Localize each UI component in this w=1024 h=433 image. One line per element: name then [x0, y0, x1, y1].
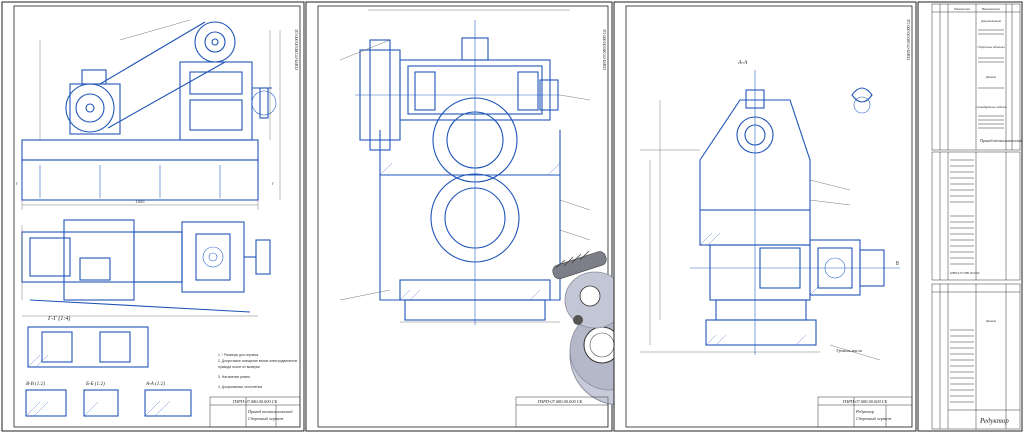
oil-level-label: Уровень масла — [836, 348, 862, 353]
side-code-sheet2: ПЗРП-07.080.00.000 СБ — [602, 29, 607, 71]
side-code-sheet1: ПЗРП-07.080.00.000 СБ — [294, 29, 299, 71]
spec-section-parts: Детали — [985, 75, 997, 79]
spec-stamp-code: ПЗРП-07.080.00.000 — [949, 271, 980, 275]
view-label-gg: Г-Г (1:4) — [47, 315, 70, 322]
spec-header-designation: Обозначение — [954, 7, 971, 11]
title-line2-sheet1: Сборочный чертеж — [248, 416, 284, 421]
spec-section-parts-2: Детали — [985, 319, 997, 323]
side-code-sheet3: ПЗРП-07.080.00.000 СБ — [906, 19, 911, 61]
stamp-code-sheet1: ПЗРП-07.080.00.000 СБ — [232, 399, 278, 404]
spec-section-docs: Документация — [980, 19, 1002, 23]
sheet-specification: Обозначение Наименование Документация Сб… — [917, 1, 1023, 432]
stamp-code-sheet2: ПЗРП-07.080.00.000 СБ — [537, 399, 583, 404]
spec-mid-title: Привод технологический — [979, 138, 1022, 143]
view-label-vv: В-В (1:2) — [26, 382, 45, 387]
note-2: 2. Допустимое смещение валов электродвиг… — [218, 359, 297, 363]
drawing-canvas: 1500 Г Г Г-Г (1:4) В-В (1:2) Б-Б (1:2) А… — [1, 1, 1023, 432]
sheet-reducer-cross-section: А-А Б Уровень масла ПЗРП-07.080.00.000 С… — [613, 1, 917, 432]
view-label-bb: Б-Б (1:2) — [85, 382, 105, 387]
stamp-code-sheet3: ПЗРП-07.080.00.000 СБ — [842, 399, 888, 404]
spec-section-standard: Стандартные изделия — [976, 105, 1007, 109]
note-3: привода после их выверки — [218, 365, 260, 369]
spec-header-name: Наименование — [981, 7, 1001, 11]
note-4: 3. Натяжение ремня — [218, 375, 250, 379]
title-line1-sheet1: Привод технологический — [247, 409, 293, 414]
spec-title: Редуктор — [979, 417, 1009, 425]
view-label-aa: А-А (1:2) — [145, 382, 165, 387]
title-line2-sheet3: Сборочный чертеж — [856, 416, 892, 421]
overall-dimension: 1500 — [136, 199, 146, 204]
note-5: 4. Допускаемые отклонения — [218, 385, 262, 389]
sheet-drive-assembly: 1500 Г Г Г-Г (1:4) В-В (1:2) Б-Б (1:2) А… — [1, 1, 305, 432]
note-1: 1. * Размеры для справок — [218, 353, 259, 357]
spec-section-assemblies: Сборочные единицы — [977, 45, 1005, 49]
title-line1-sheet3: Редуктор — [855, 409, 875, 414]
section-label-aa: А-А — [737, 60, 748, 66]
